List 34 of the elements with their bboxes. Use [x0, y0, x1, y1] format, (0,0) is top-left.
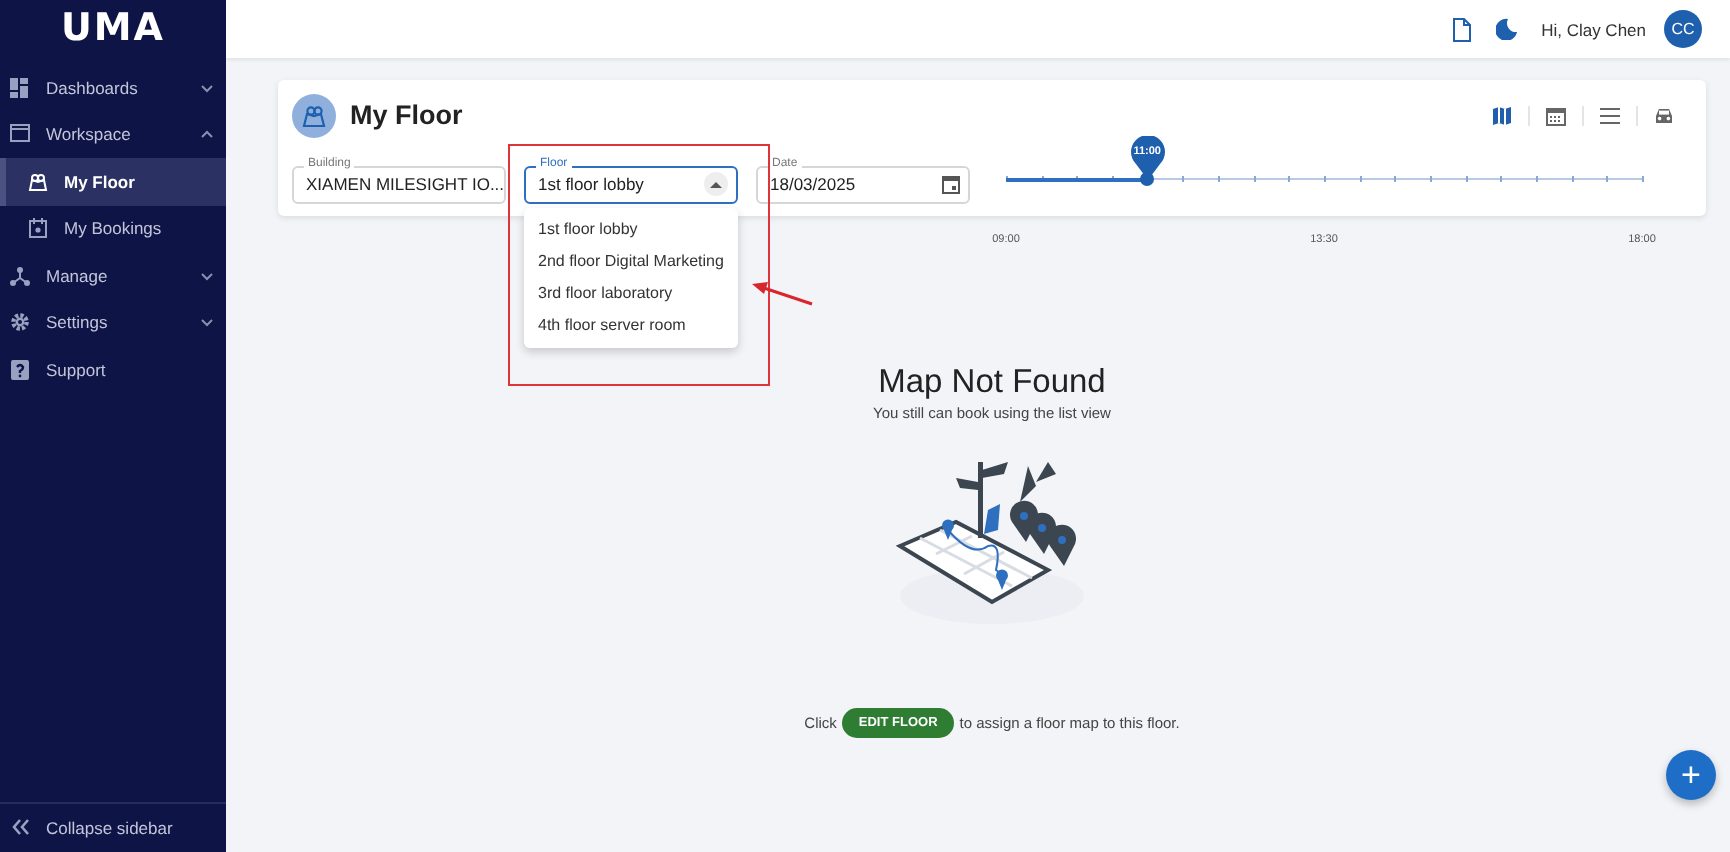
sidebar-item[interactable]: Workspace [0, 111, 226, 158]
list-icon[interactable] [1600, 105, 1620, 125]
sidebar-item[interactable]: My Floor [0, 158, 226, 205]
settings-icon [10, 312, 30, 333]
sidebar-item[interactable]: Manage [0, 252, 226, 299]
user-greeting: Hi, Clay Chen [1541, 19, 1646, 39]
sidebar-item[interactable]: Dashboards [0, 64, 226, 111]
dropdown-option[interactable]: 2nd floor Digital Marketing [524, 246, 738, 278]
map-people-icon [302, 103, 326, 127]
map-icon[interactable] [1492, 105, 1512, 125]
sidebar-item[interactable]: Support [0, 346, 226, 393]
document-icon[interactable] [1451, 17, 1472, 41]
dropdown-option[interactable]: 3rd floor laboratory [524, 278, 738, 310]
dropdown-option[interactable]: 1st floor lobby [524, 214, 738, 246]
user-avatar[interactable]: CC [1664, 10, 1702, 48]
help-icon [10, 359, 30, 380]
sidebar-item[interactable]: My Bookings [0, 205, 226, 252]
network-icon [10, 265, 30, 286]
dropdown-option[interactable]: 4th floor server room [524, 310, 738, 342]
double-chevron-left-icon [12, 818, 30, 836]
sidebar-item[interactable]: Settings [0, 299, 226, 346]
calendar-icon[interactable] [1546, 105, 1566, 125]
annotation-arrow [748, 276, 814, 306]
calendar-icon[interactable] [942, 174, 960, 194]
value-pin-icon [1129, 136, 1166, 180]
car-icon[interactable] [1654, 105, 1674, 125]
map-people-icon [28, 171, 48, 192]
calendar-icon [28, 218, 48, 239]
page-title: My Floor [350, 100, 465, 130]
window-icon [10, 124, 30, 145]
logo: UMA [60, 8, 166, 48]
empty-title: Map Not Found [878, 364, 1106, 400]
grid-icon [10, 77, 30, 98]
moon-icon[interactable] [1495, 18, 1518, 40]
